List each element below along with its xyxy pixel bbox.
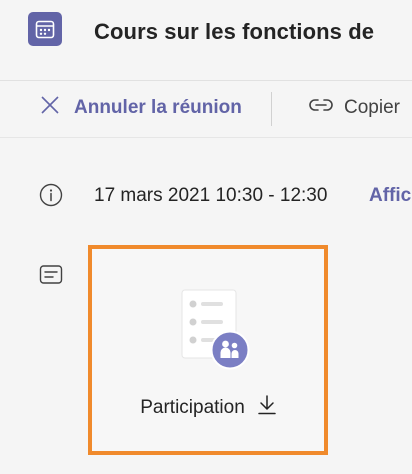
toolbar-divider	[271, 92, 272, 126]
download-icon[interactable]	[258, 395, 276, 420]
cancel-meeting-button[interactable]: Annuler la réunion	[40, 95, 242, 121]
meeting-datetime: 17 mars 2021 10:30 - 12:30	[94, 185, 328, 206]
show-details-link[interactable]: Affic	[369, 185, 411, 207]
meeting-header: Cours sur les fonctions de	[0, 0, 412, 66]
copy-link-button[interactable]: Copier	[308, 95, 400, 121]
attendance-report-card[interactable]: Participation	[88, 245, 328, 455]
calendar-icon	[28, 12, 62, 46]
meeting-title: Cours sur les fonctions de	[94, 19, 375, 44]
attendance-download-row[interactable]: Participation	[92, 395, 324, 420]
info-icon	[39, 183, 63, 207]
notes-icon	[39, 264, 63, 286]
copy-link-label: Copier	[344, 97, 400, 118]
header-divider	[0, 80, 412, 81]
toolbar-bottom-divider	[0, 137, 412, 138]
link-icon	[308, 97, 344, 119]
attendance-list-icon	[180, 288, 252, 370]
attendance-label: Participation	[140, 396, 245, 418]
close-icon	[40, 95, 74, 121]
cancel-meeting-label: Annuler la réunion	[74, 97, 242, 118]
